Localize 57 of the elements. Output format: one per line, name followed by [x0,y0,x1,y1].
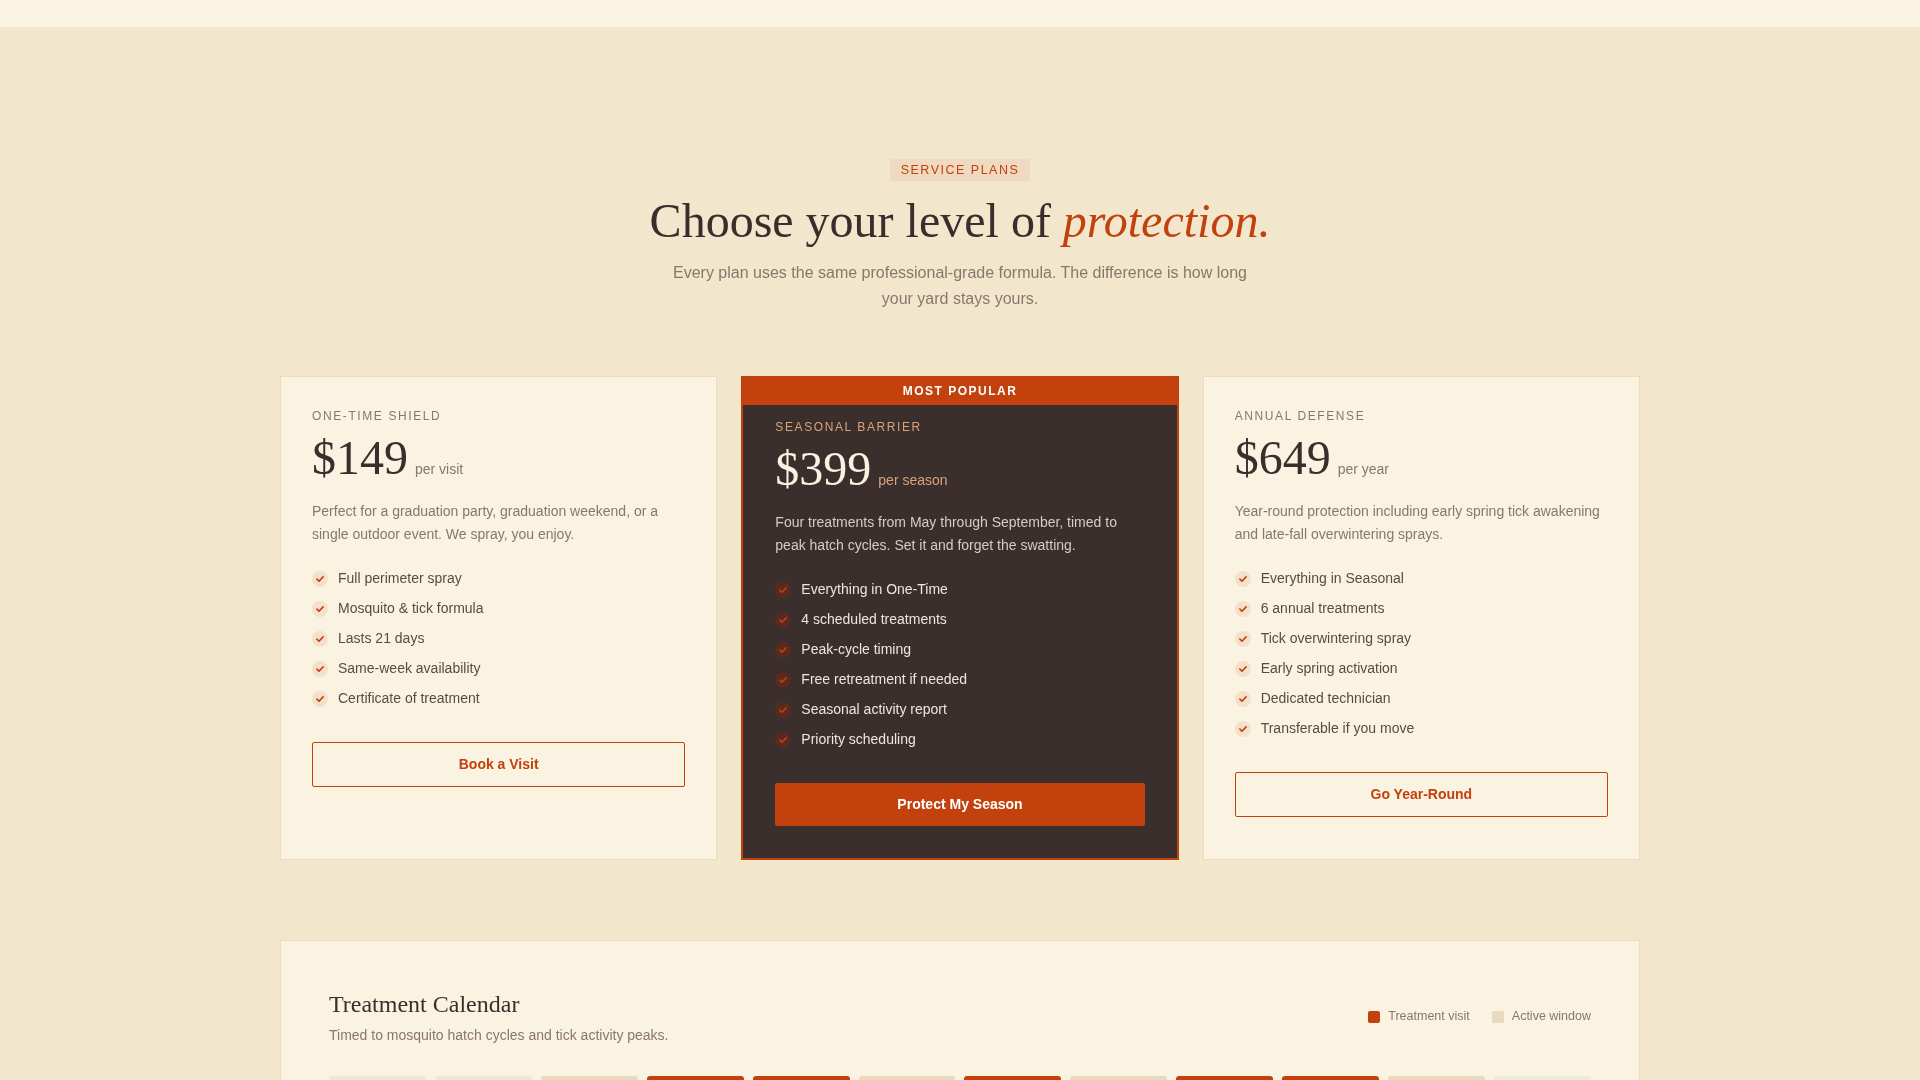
legend-label: Active window [1511,1008,1591,1026]
calendar-subtitle: Timed to mosquito hatch cycles and tick activity peaks. [329,1025,669,1045]
check-icon [1234,660,1251,677]
hero-subtitle: Every plan uses the same professional-grade formula. The difference is how long your yard stays yours. [672,262,1248,309]
price-period: per visit [415,459,464,479]
price-period: per season [878,470,948,490]
plan-button[interactable]: Protect My Season [775,782,1145,826]
feature-text: Tick overwintering spray [1260,629,1412,649]
feature-text: Lasts 21 days [338,629,425,649]
check-icon [312,600,328,617]
price-period: per year [1337,459,1389,479]
plan-price: $149 [312,433,408,482]
feature-text: Full perimeter spray [338,569,462,589]
popular-ribbon: MOST POPULAR [743,377,1177,405]
check-icon [775,641,792,658]
plan-price: $649 [1234,433,1331,482]
feature-text: 6 annual treatments [1260,599,1385,619]
check-icon [1234,600,1251,617]
check-icon [1234,690,1251,707]
feature-text: Free retreatment if needed [801,670,968,690]
check-icon [775,671,792,688]
feature-text: Certificate of treatment [338,689,480,709]
check-icon [775,581,792,598]
feature-text: Everything in Seasonal [1260,569,1404,589]
plan-button[interactable]: Book a Visit [312,741,686,787]
check-icon [775,611,792,628]
plan-price: $399 [775,444,872,493]
calendar-title: Treatment Calendar [329,989,521,1019]
feature-text: Same-week availability [338,659,481,679]
plan-description: Year-round protection including early spring tick awakening and late-fall overwintering sprays. [1234,501,1601,544]
feature-text: Early spring activation [1260,659,1398,679]
check-icon [775,701,792,718]
feature-text: Priority scheduling [801,730,916,750]
feature-text: Peak-cycle timing [801,640,912,660]
section-tag: SERVICE PLANS [889,159,1031,181]
plan-description: Perfect for a graduation party, graduation weekend, or a single outdoor event. We spray, you enjoy. [312,501,660,544]
check-icon [312,630,328,647]
plan-name: SEASONAL BARRIER [775,418,923,435]
check-icon [1234,630,1251,647]
feature-text: Mosquito & tick formula [338,599,484,619]
check-icon [312,570,328,587]
feature-text: 4 scheduled treatments [801,610,947,630]
plan-name: ANNUAL DEFENSE [1234,407,1367,424]
feature-text: Everything in One-Time [801,580,948,600]
check-icon [775,731,792,748]
plan-description: Four treatments from May through September, timed to peak hatch cycles. Set it and forget the swatting. [775,512,1118,555]
feature-text: Dedicated technician [1260,689,1391,709]
check-icon [1234,570,1251,587]
plan-button[interactable]: Go Year-Round [1234,771,1608,817]
check-icon [1234,720,1251,737]
check-icon [312,660,328,677]
legend-label: Treatment visit [1388,1008,1470,1026]
hero-title: Choose your level of protection. [649,195,1271,248]
feature-text: Seasonal activity report [801,700,947,720]
plan-name: ONE-TIME SHIELD [312,407,443,424]
feature-text: Transferable if you move [1260,719,1415,739]
check-icon [312,690,328,707]
